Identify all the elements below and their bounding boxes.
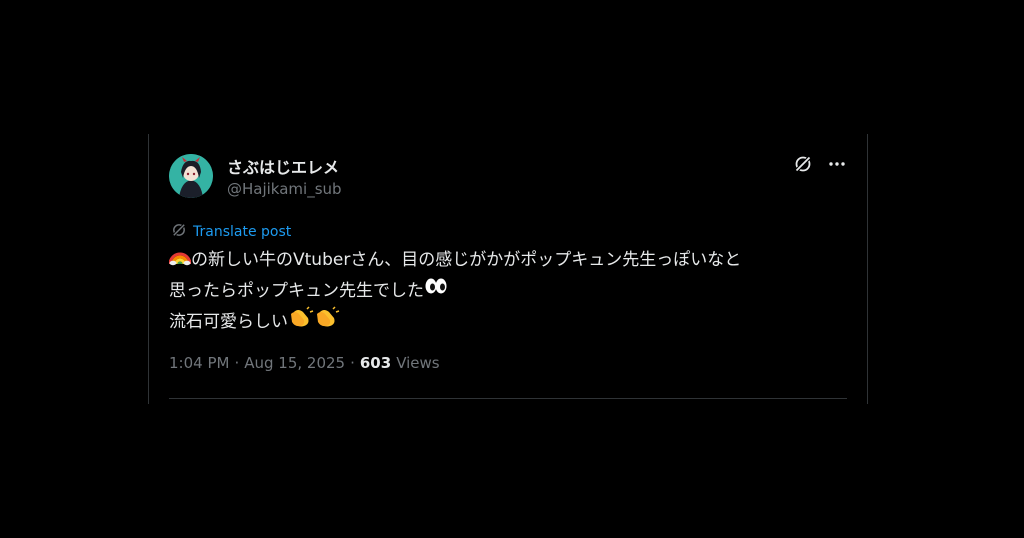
views-label: Views <box>396 354 440 372</box>
avatar[interactable] <box>169 154 213 198</box>
post-actions-top <box>793 154 847 174</box>
grok-icon[interactable] <box>793 154 813 174</box>
post-time[interactable]: 1:04 PM <box>169 354 229 372</box>
post-line-1: の新しい牛のVtuberさん、目の感じがかがポップキュン先生っぽいなと <box>168 244 849 276</box>
divider <box>169 398 847 399</box>
post-line-3-text: 流石可愛らしい <box>169 312 288 332</box>
rainbow-emoji <box>168 244 192 276</box>
post-line-2-text: 思ったらポップキュン先生でした <box>169 281 424 301</box>
eyes-emoji <box>424 276 448 306</box>
clapping-hands-emoji <box>288 306 314 338</box>
meta-separator: · <box>350 354 355 372</box>
display-name[interactable]: さぶはじエレメ <box>227 154 339 178</box>
views-count[interactable]: 603 <box>360 354 391 372</box>
user-handle[interactable]: @Hajikami_sub <box>227 180 342 198</box>
more-icon[interactable] <box>827 154 847 174</box>
post-card: さぶはじエレメ @Hajikami_sub Translate post の新し… <box>148 134 868 404</box>
translate-icon <box>171 222 187 242</box>
translate-post-link[interactable]: Translate post <box>171 222 291 242</box>
post-body: の新しい牛のVtuberさん、目の感じがかがポップキュン先生っぽいなと 思ったら… <box>168 244 849 338</box>
clapping-hands-emoji <box>314 306 340 338</box>
post-line-2: 思ったらポップキュン先生でした <box>169 276 849 306</box>
post-date[interactable]: Aug 15, 2025 <box>244 354 345 372</box>
meta-separator: · <box>234 354 240 372</box>
post-line-3: 流石可愛らしい <box>169 306 849 338</box>
post-line-1-text: の新しい牛のVtuberさん、目の感じがかがポップキュン先生っぽいなと <box>191 250 742 270</box>
post-meta: 1:04 PM · Aug 15, 2025 · 603 Views <box>169 354 440 372</box>
translate-label: Translate post <box>193 224 292 240</box>
